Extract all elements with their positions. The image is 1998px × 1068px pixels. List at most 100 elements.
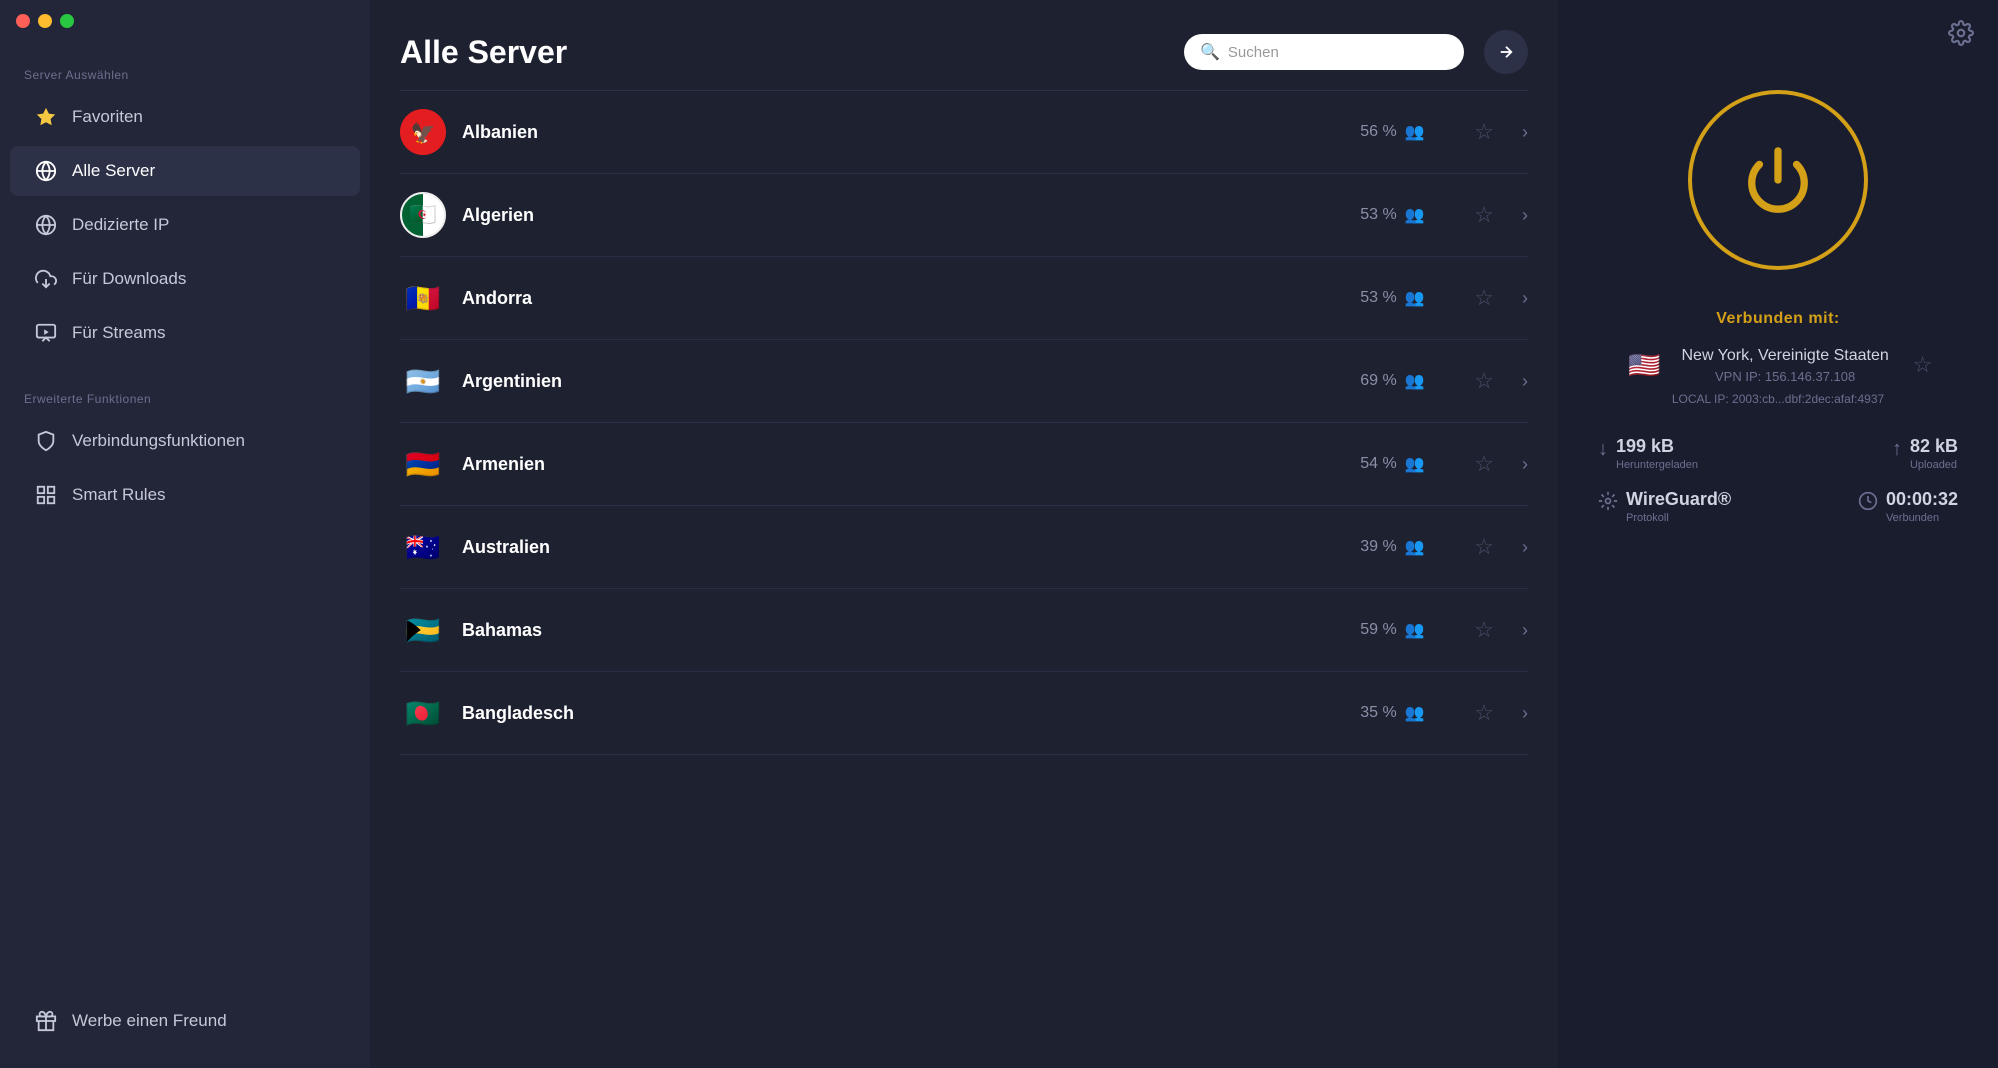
download-icon: ↓ — [1598, 438, 1608, 461]
favorite-button[interactable]: ☆ — [1466, 534, 1502, 560]
settings-button[interactable] — [1948, 20, 1974, 53]
vpn-ip: VPN IP: 156.146.37.108 — [1682, 369, 1889, 384]
users-icon: 👥 — [1405, 371, 1425, 391]
table-row[interactable]: 🇦🇩 Andorra 53 % 👥 ☆ › — [400, 257, 1528, 340]
favorite-button[interactable]: ☆ — [1466, 119, 1502, 145]
chevron-right-icon: › — [1518, 537, 1528, 558]
users-icon: 👥 — [1405, 537, 1425, 557]
grid-icon — [34, 483, 58, 507]
sidebar-item-fur-downloads[interactable]: Für Downloads — [10, 254, 360, 304]
flag-albania: 🦅 — [400, 109, 446, 155]
flag-bahamas: 🇧🇸 — [400, 607, 446, 653]
download-stat: ↓ 199 kB Heruntergeladen — [1598, 436, 1698, 471]
stats-row-1: ↓ 199 kB Heruntergeladen ↑ 82 kB Uploade… — [1578, 436, 1978, 471]
server-list: 🦅 Albanien 56 % 👥 ☆ › 🇩🇿 Algerien 53 % 👥… — [370, 91, 1558, 1068]
flag-armenien: 🇦🇲 — [400, 441, 446, 487]
server-name: Andorra — [462, 288, 1344, 309]
sidebar-item-werbe-freund[interactable]: Werbe einen Freund — [10, 996, 360, 1046]
star-icon — [34, 105, 58, 129]
server-name: Bahamas — [462, 620, 1344, 641]
server-name: Bangladesch — [462, 703, 1344, 724]
sidebar-label-favoriten: Favoriten — [72, 107, 143, 127]
chevron-right-icon: › — [1518, 371, 1528, 392]
protocol-label: Protokoll — [1626, 512, 1731, 524]
server-load: 53 % 👥 — [1360, 205, 1450, 225]
sidebar-item-fur-streams[interactable]: Für Streams — [10, 308, 360, 358]
shield-icon — [34, 429, 58, 453]
close-button[interactable] — [16, 14, 30, 28]
users-icon: 👥 — [1405, 288, 1425, 308]
minimize-button[interactable] — [38, 14, 52, 28]
svg-text:🦅: 🦅 — [411, 121, 436, 145]
time-stat: 00:00:32 Verbunden — [1858, 489, 1958, 524]
sidebar-item-dedizierte-ip[interactable]: Dedizierte IP — [10, 200, 360, 250]
server-name: Algerien — [462, 205, 1344, 226]
users-icon: 👥 — [1405, 205, 1425, 225]
search-bar[interactable]: 🔍 — [1184, 34, 1464, 70]
protocol-stat: WireGuard® Protokoll — [1598, 489, 1731, 524]
favorite-button[interactable]: ☆ — [1466, 451, 1502, 477]
chevron-right-icon: › — [1518, 703, 1528, 724]
server-load: 54 % 👥 — [1360, 454, 1450, 474]
users-icon: 👥 — [1405, 620, 1425, 640]
favorite-button[interactable]: ☆ — [1466, 617, 1502, 643]
sidebar-item-verbindungsfunktionen[interactable]: Verbindungsfunktionen — [10, 416, 360, 466]
sidebar-label-fur-downloads: Für Downloads — [72, 269, 186, 289]
sidebar-item-favoriten[interactable]: Favoriten — [10, 92, 360, 142]
flag-bangladesch: 🇧🇩 — [400, 690, 446, 736]
monitor-play-icon — [34, 321, 58, 345]
sidebar-label-fur-streams: Für Streams — [72, 323, 166, 343]
table-row[interactable]: 🇧🇸 Bahamas 59 % 👥 ☆ › — [400, 589, 1528, 672]
chevron-right-icon: › — [1518, 122, 1528, 143]
favorite-button[interactable]: ☆ — [1466, 368, 1502, 394]
server-load: 56 % 👥 — [1360, 122, 1450, 142]
flag-australien: 🇦🇺 — [400, 524, 446, 570]
table-row[interactable]: 🇩🇿 Algerien 53 % 👥 ☆ › — [400, 174, 1528, 257]
favorite-button[interactable]: ☆ — [1466, 700, 1502, 726]
maximize-button[interactable] — [60, 14, 74, 28]
chevron-right-icon: › — [1518, 205, 1528, 226]
sidebar-label-verbindungsfunktionen: Verbindungsfunktionen — [72, 431, 245, 451]
users-icon: 👥 — [1405, 122, 1425, 142]
power-button[interactable] — [1688, 90, 1868, 270]
sidebar-item-alle-server[interactable]: Alle Server — [10, 146, 360, 196]
time-value: 00:00:32 — [1886, 489, 1958, 510]
server-load: 53 % 👥 — [1360, 288, 1450, 308]
server-load: 59 % 👥 — [1360, 620, 1450, 640]
server-load: 35 % 👥 — [1360, 703, 1450, 723]
upload-label: Uploaded — [1910, 459, 1958, 471]
table-row[interactable]: 🇦🇲 Armenien 54 % 👥 ☆ › — [400, 423, 1528, 506]
server-location-info: New York, Vereinigte Staaten VPN IP: 156… — [1682, 347, 1889, 384]
sidebar-item-smart-rules[interactable]: Smart Rules — [10, 470, 360, 520]
flag-argentinien: 🇦🇷 — [400, 358, 446, 404]
server-location: New York, Vereinigte Staaten — [1682, 347, 1889, 365]
users-icon: 👥 — [1405, 454, 1425, 474]
table-row[interactable]: 🇦🇺 Australien 39 % 👥 ☆ › — [400, 506, 1528, 589]
search-input[interactable] — [1228, 44, 1448, 61]
favorite-server-button[interactable]: ☆ — [1913, 352, 1933, 378]
navigate-button[interactable] — [1484, 30, 1528, 74]
table-row[interactable]: 🇧🇩 Bangladesch 35 % 👥 ☆ › — [400, 672, 1528, 755]
main-content: Alle Server 🔍 🦅 Albanien 56 % 👥 ☆ › — [370, 0, 1558, 1068]
advanced-functions-label: Erweiterte Funktionen — [0, 374, 370, 414]
download-label: Heruntergeladen — [1616, 459, 1698, 471]
server-load: 69 % 👥 — [1360, 371, 1450, 391]
server-name: Australien — [462, 537, 1344, 558]
time-icon — [1858, 491, 1878, 517]
local-ip: LOCAL IP: 2003:cb...dbf:2dec:afaf:4937 — [1672, 392, 1884, 406]
server-name: Armenien — [462, 454, 1344, 475]
time-label: Verbunden — [1886, 512, 1958, 524]
chevron-right-icon: › — [1518, 454, 1528, 475]
protocol-icon — [1598, 491, 1618, 516]
favorite-button[interactable]: ☆ — [1466, 285, 1502, 311]
flag-algerien: 🇩🇿 — [400, 192, 446, 238]
table-row[interactable]: 🦅 Albanien 56 % 👥 ☆ › — [400, 91, 1528, 174]
table-row[interactable]: 🇦🇷 Argentinien 69 % 👥 ☆ › — [400, 340, 1528, 423]
server-name: Albanien — [462, 122, 1344, 143]
sidebar-label-alle-server: Alle Server — [72, 161, 155, 181]
favorite-button[interactable]: ☆ — [1466, 202, 1502, 228]
download-value: 199 kB — [1616, 436, 1698, 457]
globe-grid-icon — [34, 213, 58, 237]
search-icon: 🔍 — [1200, 42, 1220, 62]
sidebar-label-werbe-freund: Werbe einen Freund — [72, 1011, 227, 1031]
